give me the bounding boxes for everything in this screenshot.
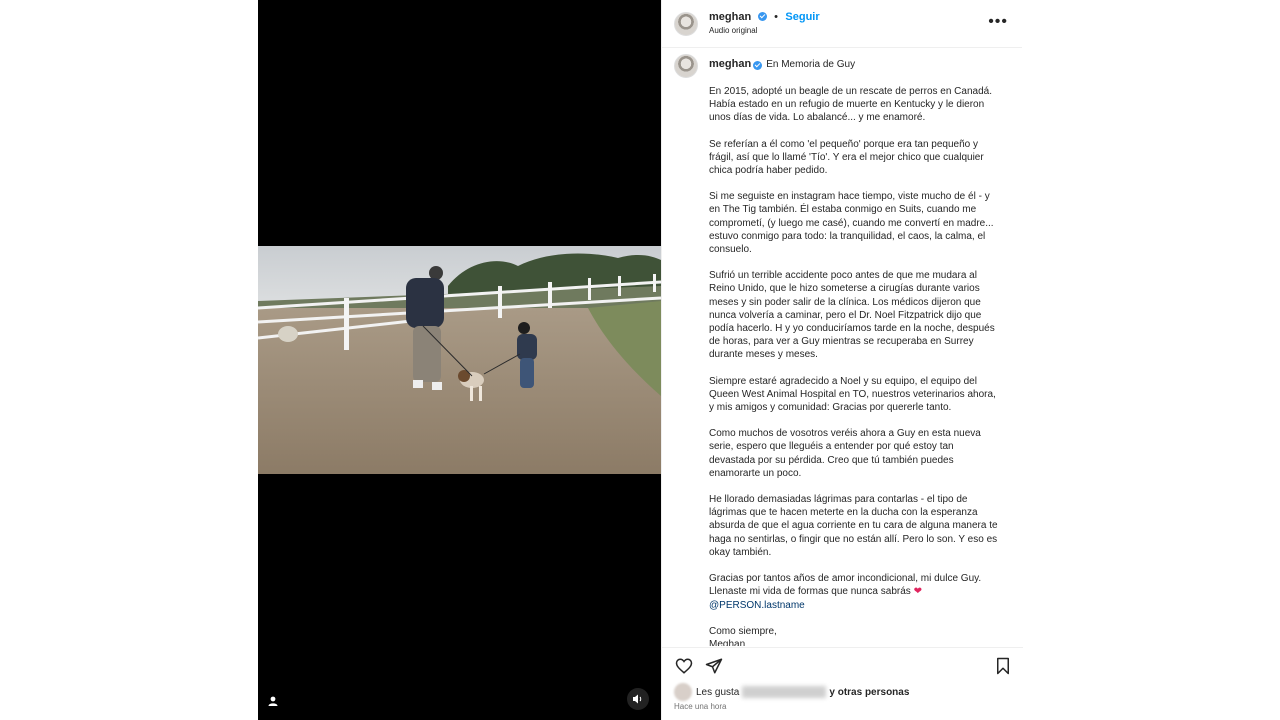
heart-icon[interactable]	[674, 656, 694, 676]
caption-paragraph: Si me seguiste en instagram hace tiempo,…	[709, 191, 994, 256]
action-bar	[662, 647, 1023, 683]
caption-paragraph: Como muchos de vosotros veréis ahora a G…	[709, 428, 981, 479]
mention-link[interactable]: @PERSON.lastname	[709, 600, 805, 611]
caption-paragraph: Siempre estaré agradecido a Noel y su eq…	[709, 375, 996, 414]
caption-title: En Memoria de Guy	[766, 59, 856, 71]
video-frame[interactable]	[258, 246, 661, 474]
likes-suffix[interactable]: y otras personas	[829, 687, 909, 698]
caption-closing: Gracias por tantos años de amor incondic…	[709, 572, 1009, 612]
header-text: meghan • Seguir Audio original	[709, 9, 820, 38]
likes-prefix: Les gusta	[696, 686, 740, 698]
blurred-username	[742, 686, 827, 698]
dot-separator: •	[774, 11, 778, 23]
post-media[interactable]	[258, 0, 661, 720]
post-timestamp: Hace una hora	[674, 702, 727, 711]
caption-area: meghan En Memoria de Guy En 2015, adopté…	[662, 49, 1023, 646]
caption-username[interactable]: meghan	[709, 58, 751, 71]
caption-paragraph: Se referían a él como 'el pequeño' porqu…	[709, 138, 984, 177]
post-header: meghan • Seguir Audio original •••	[662, 0, 1022, 48]
verified-badge-icon	[757, 12, 767, 21]
caption-paragraph: He llorado demasiadas lágrimas para cont…	[709, 494, 998, 558]
bookmark-icon[interactable]	[993, 656, 1013, 676]
audio-icon[interactable]	[627, 688, 649, 710]
video-scene-image	[258, 246, 661, 474]
caption-avatar[interactable]	[674, 54, 698, 78]
heart-emoji: ❤	[913, 586, 922, 598]
liker-avatar	[674, 683, 692, 701]
audio-link[interactable]: Audio original	[709, 24, 820, 38]
avatar[interactable]	[674, 11, 698, 36]
caption-body: meghan En Memoria de Guy En 2015, adopté…	[709, 54, 1009, 646]
caption-paragraph: Sufrió un terrible accidente poco antes …	[709, 270, 995, 361]
username-link[interactable]: meghan	[709, 11, 751, 23]
share-icon[interactable]	[704, 656, 724, 676]
closing-text: Gracias por tantos años de amor incondic…	[709, 573, 982, 598]
caption-signoff: Como siempre, Meghan	[709, 625, 777, 646]
caption-paragraph: En 2015, adopté un beagle de un rescate …	[709, 86, 992, 124]
user-tag-icon[interactable]	[262, 690, 284, 712]
post-sidebar: meghan • Seguir Audio original ••• megha…	[661, 0, 1023, 720]
likes-summary[interactable]: Les gusta y otras personas	[674, 683, 909, 701]
caption-verified-icon	[753, 60, 763, 70]
post-dialog: meghan • Seguir Audio original ••• megha…	[258, 0, 1023, 720]
follow-button[interactable]: Seguir	[785, 11, 819, 23]
more-options-icon[interactable]: •••	[988, 14, 1008, 30]
caption-header: meghan En Memoria de Guy	[709, 53, 1009, 77]
